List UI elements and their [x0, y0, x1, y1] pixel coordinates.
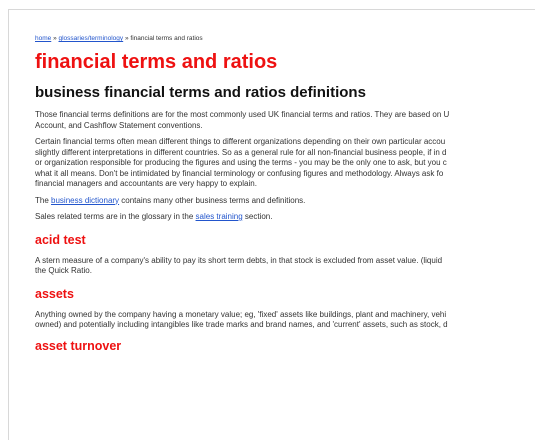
term-definition-line: the Quick Ratio. [35, 266, 92, 275]
intro-paragraph-line: what it all means. Don't be intimidated … [35, 168, 444, 178]
page-frame: home » glossaries/terminology » financia… [8, 9, 535, 440]
breadcrumb: home » glossaries/terminology » financia… [35, 35, 535, 42]
dictionary-text-post: contains many other business terms and d… [119, 195, 306, 205]
term-definition-line: owned) and potentially including intangi… [35, 320, 448, 329]
article-content: home » glossaries/terminology » financia… [35, 35, 535, 354]
business-dictionary-link[interactable]: business dictionary [51, 196, 119, 205]
dictionary-paragraph: The business dictionary contains many ot… [35, 196, 535, 207]
breadcrumb-home-link[interactable]: home [35, 35, 51, 42]
breadcrumb-current: financial terms and ratios [130, 35, 203, 42]
page-title: financial terms and ratios [35, 51, 278, 73]
sales-text-pre: Sales related terms are in the glossary … [35, 212, 196, 221]
term-heading-asset-turnover: asset turnover [35, 338, 122, 353]
term-definition-line: A stern measure of a company's ability t… [35, 255, 443, 265]
intro-paragraph-line: slightly different interpretations in di… [35, 147, 447, 157]
breadcrumb-glossary-link[interactable]: glossaries/terminology [59, 35, 124, 42]
term-heading-acid-test: acid test [35, 232, 86, 247]
intro-paragraph-line: or organization responsible for producin… [35, 158, 447, 167]
term-heading-assets: assets [35, 286, 74, 301]
intro-paragraph-line: Account, and Cashflow Statement conventi… [35, 120, 203, 130]
sales-text-post: section. [242, 212, 273, 221]
intro-paragraph-line: financial managers and accountants are v… [35, 179, 257, 188]
dictionary-text-pre: The [35, 195, 52, 205]
sales-paragraph: Sales related terms are in the glossary … [35, 212, 535, 223]
sales-training-link[interactable]: sales training [196, 212, 243, 221]
intro-paragraph-line: Those financial terms definitions are fo… [35, 110, 450, 119]
page-subtitle: business financial terms and ratios defi… [35, 84, 366, 101]
term-definition-line: Anything owned by the company having a m… [35, 309, 447, 319]
intro-paragraph-line: Certain financial terms often mean diffe… [35, 137, 446, 146]
breadcrumb-separator: » [51, 35, 59, 42]
